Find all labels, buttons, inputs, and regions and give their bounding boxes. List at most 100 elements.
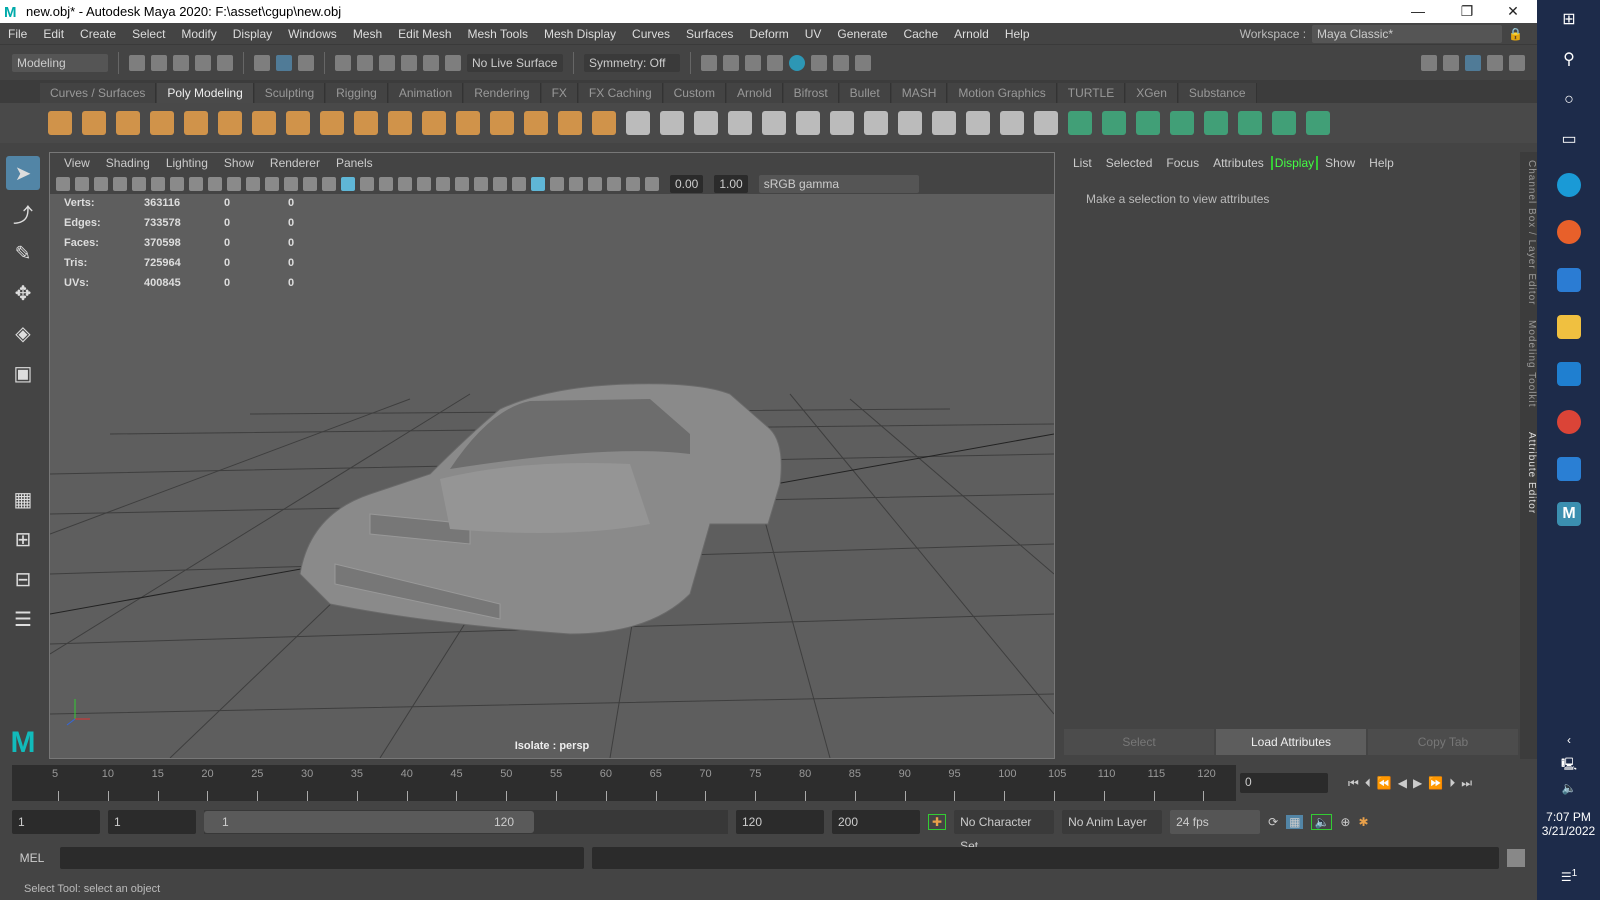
menu-mesh-tools[interactable]: Mesh Tools (460, 27, 536, 41)
maya-taskbar-icon[interactable]: M (1557, 502, 1581, 526)
shelf-disc-icon[interactable] (252, 111, 276, 135)
menu-set-dropdown[interactable]: Modeling (12, 53, 108, 72)
cortana-icon[interactable]: ○ (1557, 88, 1581, 112)
shelf-multi-cut-icon[interactable] (830, 111, 854, 135)
cache-playback-icon[interactable]: ▦ (1286, 815, 1304, 829)
attr-menu-list[interactable]: List (1066, 156, 1099, 170)
edge-icon[interactable] (1557, 173, 1581, 197)
step-back-icon[interactable]: ⏴ (1365, 776, 1371, 791)
attribute-editor-tab[interactable]: Attribute Editor (1520, 432, 1537, 514)
film-gate-icon[interactable] (208, 176, 222, 191)
step-forward-icon[interactable]: ⏵ (1449, 776, 1455, 791)
anti-aliasing-icon[interactable] (493, 176, 507, 191)
firefox-icon[interactable] (1557, 220, 1581, 244)
exposure-icon[interactable] (607, 176, 621, 191)
shelf-tab-mash[interactable]: MASH (891, 83, 948, 103)
clock[interactable]: 7:07 PM 3/21/2022 (1537, 810, 1600, 838)
single-perspective-layout-icon[interactable]: ▦ (6, 482, 40, 516)
menu-modify[interactable]: Modify (173, 27, 224, 41)
shelf-wedge-icon[interactable] (1102, 111, 1126, 135)
notifications-icon[interactable]: ☰1 (1557, 862, 1581, 886)
select-component-icon[interactable] (298, 54, 314, 71)
redo-icon[interactable] (217, 54, 233, 71)
task-view-icon[interactable]: ▭ (1557, 128, 1581, 152)
lock-icon[interactable]: 🔒 (1508, 27, 1523, 41)
attr-menu-selected[interactable]: Selected (1099, 156, 1160, 170)
depth-of-field-icon[interactable] (512, 176, 526, 191)
select-hierarchy-icon[interactable] (254, 54, 270, 71)
volume-icon[interactable]: 🔈 (1557, 776, 1581, 800)
move-tool-icon[interactable]: ✥ (6, 276, 40, 310)
command-language-toggle[interactable]: MEL (12, 851, 52, 865)
command-input[interactable] (60, 847, 584, 869)
current-frame-field[interactable]: 0 (1240, 773, 1328, 793)
lock-camera-icon[interactable] (75, 176, 89, 191)
xray-icon[interactable] (398, 176, 412, 191)
shelf-separate-icon[interactable] (558, 111, 582, 135)
shelf-cylinder-icon[interactable] (116, 111, 140, 135)
attr-menu-attributes[interactable]: Attributes (1206, 156, 1271, 170)
shelf-tab-fx[interactable]: FX (541, 83, 578, 103)
menu-cache[interactable]: Cache (895, 27, 946, 41)
viewport-menu-panels[interactable]: Panels (328, 156, 381, 170)
render-settings-icon[interactable] (767, 54, 783, 71)
perspective-viewport[interactable]: View Shading Lighting Show Renderer Panels 0.… (49, 152, 1055, 759)
play-forward-icon[interactable]: ▶ (1413, 776, 1422, 790)
tool-settings-icon[interactable] (1487, 54, 1503, 71)
play-backward-icon[interactable]: ◀ (1398, 776, 1407, 790)
shelf-tab-custom[interactable]: Custom (663, 83, 726, 103)
maximize-button[interactable]: ❐ (1444, 0, 1490, 23)
end-time-field[interactable]: 200 (832, 810, 920, 834)
render-setup-icon[interactable] (811, 54, 827, 71)
smooth-shade-icon[interactable] (341, 176, 355, 191)
shelf-freeze-icon[interactable] (932, 111, 956, 135)
render-view-icon[interactable] (701, 54, 717, 71)
playback-end-field[interactable]: 120 (736, 810, 824, 834)
shelf-tab-xgen[interactable]: XGen (1126, 83, 1178, 103)
time-slider[interactable]: 5 10 15 20 25 30 35 40 45 50 55 60 65 70 75 80 85 90 95 100… (12, 765, 1236, 801)
image-plane-icon[interactable] (132, 176, 146, 191)
scale-tool-icon[interactable]: ▣ (6, 356, 40, 390)
menu-curves[interactable]: Curves (624, 27, 678, 41)
snap-curve-icon[interactable] (357, 54, 373, 71)
shelf-svg-icon[interactable] (388, 111, 412, 135)
animation-preferences-icon[interactable]: ✱ (1358, 815, 1368, 829)
camera-icon[interactable] (56, 176, 70, 191)
shadows-icon[interactable] (436, 176, 450, 191)
menu-deform[interactable]: Deform (741, 27, 796, 41)
menu-surfaces[interactable]: Surfaces (678, 27, 741, 41)
2d-pan-icon[interactable] (151, 176, 165, 191)
loop-icon[interactable]: ⟳ (1268, 815, 1278, 829)
exposure-field[interactable]: 0.00 (670, 174, 704, 193)
shelf-helix-icon[interactable] (456, 111, 480, 135)
grease-pencil-icon[interactable] (170, 176, 184, 191)
backface-icon[interactable] (588, 176, 602, 191)
shelf-type-icon[interactable] (354, 111, 378, 135)
screen-space-ao-icon[interactable] (455, 176, 469, 191)
shelf-poke-icon[interactable] (1136, 111, 1160, 135)
windows-start-icon[interactable]: ⊞ (1557, 8, 1581, 32)
open-scene-icon[interactable] (151, 54, 167, 71)
shelf-cone-icon[interactable] (150, 111, 174, 135)
light-editor-icon[interactable] (833, 54, 849, 71)
camera-attributes-icon[interactable] (94, 176, 108, 191)
gamma-icon[interactable] (626, 176, 640, 191)
shelf-tab-fx-caching[interactable]: FX Caching (578, 83, 663, 103)
shelf-target-weld-icon[interactable] (864, 111, 888, 135)
select-object-icon[interactable] (276, 54, 292, 71)
grid-icon[interactable] (189, 176, 203, 191)
lasso-tool-icon[interactable]: ⤴ (6, 196, 40, 230)
shelf-tab-arnold[interactable]: Arnold (726, 83, 783, 103)
gamma-field[interactable]: 1.00 (714, 174, 748, 193)
shelf-delete-history-icon[interactable] (966, 111, 990, 135)
shelf-tab-substance[interactable]: Substance (1178, 83, 1257, 103)
go-to-end-icon[interactable]: ⏭ (1461, 776, 1472, 791)
safe-title-icon[interactable] (303, 176, 317, 191)
shelf-plane-icon[interactable] (218, 111, 242, 135)
menu-help[interactable]: Help (997, 27, 1038, 41)
shelf-cube-icon[interactable] (82, 111, 106, 135)
shelf-fill-hole-icon[interactable] (796, 111, 820, 135)
use-all-lights-icon[interactable] (417, 176, 431, 191)
script-editor-icon[interactable] (1507, 849, 1525, 867)
menu-generate[interactable]: Generate (829, 27, 895, 41)
